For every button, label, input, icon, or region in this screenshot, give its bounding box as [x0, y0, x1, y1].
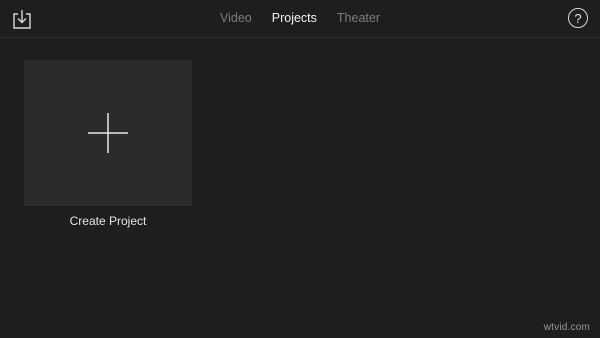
- tab-projects[interactable]: Projects: [272, 0, 317, 37]
- create-project-label: Create Project: [69, 214, 147, 228]
- help-button[interactable]: ?: [568, 8, 588, 28]
- plus-icon: [88, 113, 128, 153]
- view-tabs: Video Projects Theater: [0, 0, 600, 37]
- top-bar: Video Projects Theater ?: [0, 0, 600, 38]
- download-tray-icon: [13, 10, 31, 29]
- tab-video[interactable]: Video: [220, 0, 252, 37]
- tab-theater[interactable]: Theater: [337, 0, 380, 37]
- create-project-tile[interactable]: Create Project: [24, 60, 192, 228]
- import-button[interactable]: [12, 9, 32, 30]
- question-circle-icon: ?: [574, 11, 582, 26]
- imovie-app: Video Projects Theater ? Create Project …: [0, 0, 600, 338]
- create-project-thumbnail[interactable]: [24, 60, 192, 206]
- watermark: wtvid.com: [543, 322, 590, 333]
